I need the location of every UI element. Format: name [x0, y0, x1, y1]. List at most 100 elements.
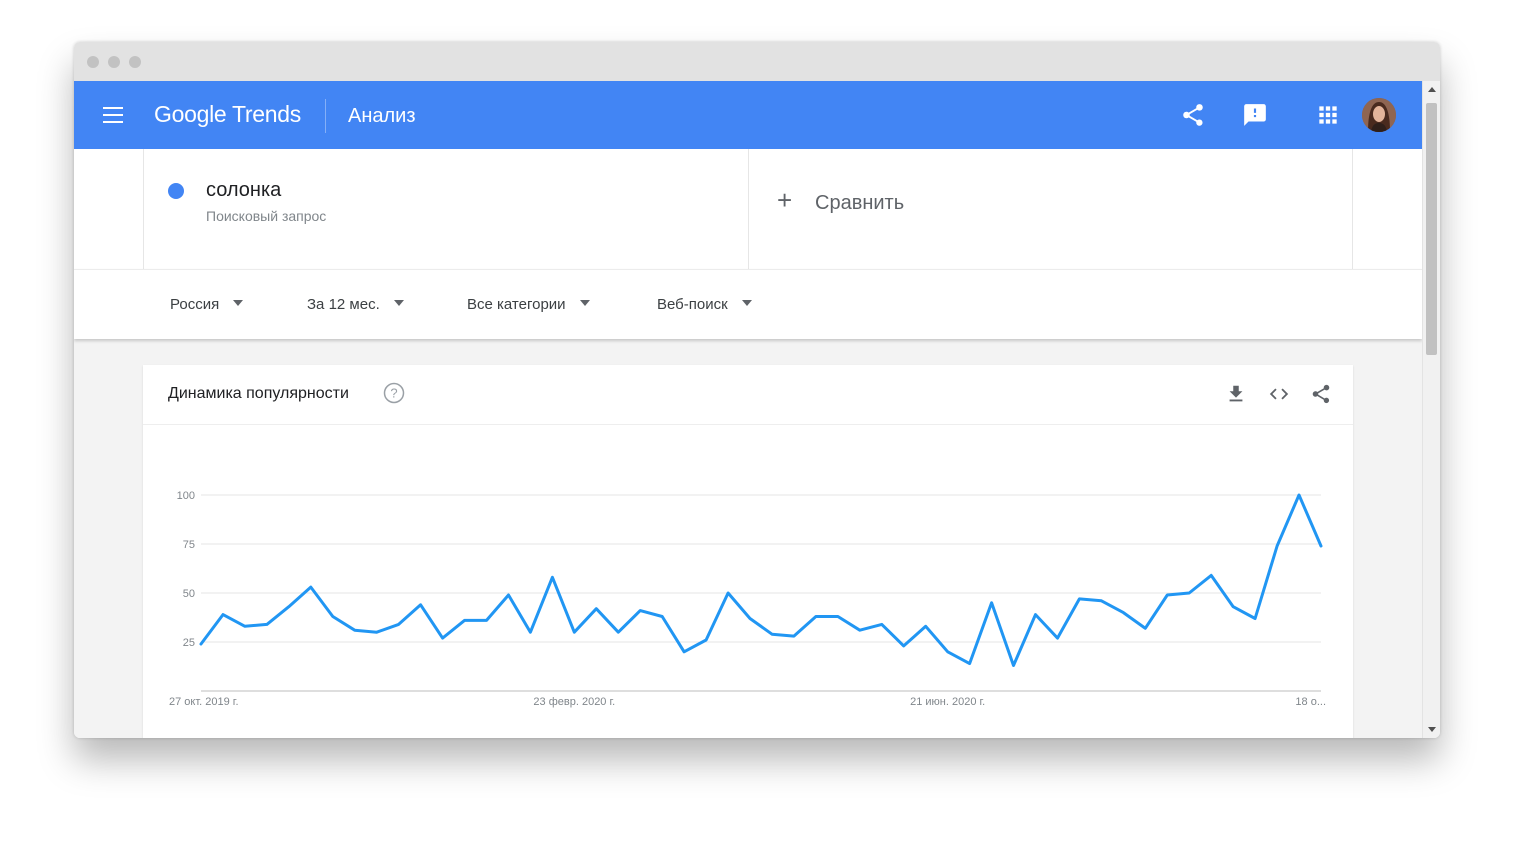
- data-point[interactable]: [242, 623, 248, 629]
- trends-page: Google Trends Анализ солонка Поисковый з…: [74, 81, 1422, 738]
- search-term-name[interactable]: солонка: [206, 179, 281, 202]
- interest-over-time-chart[interactable]: 25 50 75 100 27 окт. 2019 г. 23 февр. 2020 г.…: [143, 425, 1353, 738]
- data-point[interactable]: [483, 617, 489, 623]
- data-point[interactable]: [198, 641, 204, 647]
- data-point[interactable]: [308, 584, 314, 590]
- chevron-down-icon: [579, 300, 590, 307]
- download-icon[interactable]: [1225, 383, 1247, 405]
- data-point[interactable]: [1274, 543, 1280, 549]
- data-point[interactable]: [418, 602, 424, 608]
- compare-label: Сравнить: [815, 192, 905, 214]
- data-point[interactable]: [220, 612, 226, 618]
- data-point[interactable]: [791, 633, 797, 639]
- category-filter-dropdown[interactable]: Все категории: [467, 296, 590, 313]
- data-point[interactable]: [571, 629, 577, 635]
- time-range-filter-dropdown[interactable]: За 12 мес.: [307, 296, 404, 313]
- y-tick-label: 25: [183, 637, 195, 649]
- apps-icon[interactable]: [1315, 102, 1341, 128]
- data-point[interactable]: [1054, 635, 1060, 641]
- data-point[interactable]: [396, 621, 402, 627]
- data-point[interactable]: [505, 592, 511, 598]
- data-point[interactable]: [879, 621, 885, 627]
- data-point[interactable]: [1252, 615, 1258, 621]
- data-point[interactable]: [1011, 663, 1017, 669]
- data-point[interactable]: [1208, 572, 1214, 578]
- menu-icon[interactable]: [103, 107, 123, 123]
- x-tick-label: 27 окт. 2019 г.: [169, 696, 239, 708]
- y-tick-label: 50: [183, 588, 195, 600]
- data-point[interactable]: [527, 629, 533, 635]
- data-point[interactable]: [637, 608, 643, 614]
- term-color-dot: [168, 183, 184, 199]
- window-close-button[interactable]: [87, 56, 99, 68]
- compare-button[interactable]: + Сравнить: [748, 149, 1353, 269]
- help-icon[interactable]: ?: [383, 382, 405, 404]
- search-type-filter-dropdown[interactable]: Веб-поиск: [657, 296, 752, 313]
- data-point[interactable]: [330, 614, 336, 620]
- data-point[interactable]: [681, 649, 687, 655]
- page-scrollbar[interactable]: [1422, 81, 1440, 738]
- header-divider: [325, 99, 326, 133]
- data-point[interactable]: [835, 614, 841, 620]
- data-point[interactable]: [725, 590, 731, 596]
- data-point[interactable]: [462, 617, 468, 623]
- data-point[interactable]: [703, 637, 709, 643]
- data-point[interactable]: [1098, 598, 1104, 604]
- y-tick-label: 100: [177, 490, 195, 502]
- data-point[interactable]: [1296, 492, 1302, 498]
- time-range-filter-label: За 12 мес.: [307, 296, 380, 313]
- scrollbar-thumb[interactable]: [1426, 103, 1437, 355]
- data-point[interactable]: [747, 615, 753, 621]
- series-line[interactable]: [199, 493, 1323, 667]
- card-title: Динамика популярности: [168, 385, 349, 402]
- scroll-down-arrow-icon[interactable]: [1428, 727, 1436, 732]
- chevron-down-icon: [233, 300, 244, 307]
- data-point[interactable]: [593, 606, 599, 612]
- share-icon[interactable]: [1180, 102, 1206, 128]
- data-point[interactable]: [264, 621, 270, 627]
- data-point[interactable]: [1230, 604, 1236, 610]
- data-point[interactable]: [923, 623, 929, 629]
- browser-window: Google Trends Анализ солонка Поисковый з…: [74, 42, 1440, 738]
- avatar[interactable]: [1362, 98, 1396, 132]
- svg-text:?: ?: [390, 386, 397, 401]
- data-point[interactable]: [857, 627, 863, 633]
- region-filter-dropdown[interactable]: Россия: [170, 296, 244, 313]
- data-point[interactable]: [286, 604, 292, 610]
- x-tick-label: 21 июн. 2020 г.: [910, 696, 985, 708]
- y-tick-label: 75: [183, 539, 195, 551]
- data-point[interactable]: [813, 614, 819, 620]
- chevron-down-icon: [393, 300, 404, 307]
- share-icon[interactable]: [1310, 383, 1332, 405]
- embed-icon[interactable]: [1268, 383, 1290, 405]
- data-point[interactable]: [374, 629, 380, 635]
- data-point[interactable]: [1033, 612, 1039, 618]
- data-point[interactable]: [945, 649, 951, 655]
- data-point[interactable]: [1076, 596, 1082, 602]
- data-point[interactable]: [1164, 592, 1170, 598]
- window-titlebar: [74, 42, 1440, 82]
- search-terms-row: солонка Поисковый запрос + Сравнить: [74, 149, 1422, 269]
- data-point[interactable]: [989, 600, 995, 606]
- data-point[interactable]: [967, 661, 973, 667]
- window-minimize-button[interactable]: [108, 56, 120, 68]
- card-header: Динамика популярности ?: [143, 365, 1353, 425]
- google-trends-logo[interactable]: Google Trends: [154, 101, 301, 128]
- scroll-up-arrow-icon[interactable]: [1428, 87, 1436, 92]
- data-point[interactable]: [1186, 590, 1192, 596]
- data-point[interactable]: [659, 614, 665, 620]
- search-term-card[interactable]: солонка Поисковый запрос: [143, 149, 749, 269]
- data-point[interactable]: [549, 574, 555, 580]
- data-point[interactable]: [1318, 543, 1324, 549]
- search-type-filter-label: Веб-поиск: [657, 296, 728, 313]
- data-point[interactable]: [440, 635, 446, 641]
- interest-over-time-card: Динамика популярности ? 25 50 75 100 27 …: [143, 365, 1353, 738]
- data-point[interactable]: [769, 631, 775, 637]
- data-point[interactable]: [901, 643, 907, 649]
- window-zoom-button[interactable]: [129, 56, 141, 68]
- data-point[interactable]: [352, 627, 358, 633]
- data-point[interactable]: [1120, 610, 1126, 616]
- feedback-icon[interactable]: [1242, 102, 1268, 128]
- data-point[interactable]: [615, 629, 621, 635]
- data-point[interactable]: [1142, 625, 1148, 631]
